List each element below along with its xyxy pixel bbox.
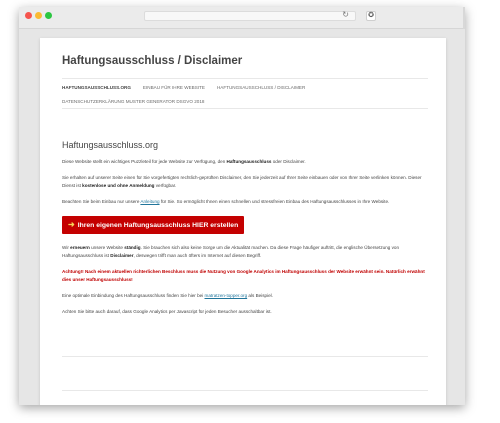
close-window-button[interactable] xyxy=(25,12,32,19)
site-title[interactable]: Haftungsausschluss / Disclaimer xyxy=(62,55,242,67)
address-bar[interactable]: ↻ xyxy=(144,10,356,21)
analytics-warning: Achtung!! Nach einem aktuellen richterli… xyxy=(62,269,425,282)
new-tab-icon[interactable]: + xyxy=(463,7,465,29)
update-paragraph: Wir erneuern unsere Website ständig. Sie… xyxy=(62,245,399,258)
create-disclaimer-button[interactable]: ➜ Ihren eigenen Haftungsausschluss HIER … xyxy=(62,216,245,234)
main-content: Haftungsausschluss.org Diese Website ste… xyxy=(62,140,428,324)
nav-item-home[interactable]: HAFTUNGSAUSSCHLUSS.ORG xyxy=(62,85,131,90)
nav-item-disclaimer[interactable]: HAFTUNGSAUSSCHLUSS / DISCLAIMER xyxy=(217,85,305,90)
create-disclaimer-label: Ihren eigenen Haftungsausschluss HIER er… xyxy=(77,221,239,229)
footer-divider xyxy=(62,390,428,391)
reload-icon[interactable]: ↻ xyxy=(342,10,349,19)
example-link[interactable]: matratzen-topper.org xyxy=(205,293,248,298)
service-paragraph: Sie erhalten auf unserer Seite einen für… xyxy=(62,175,422,188)
maximize-window-button[interactable] xyxy=(45,12,52,19)
nav-item-datenschutz[interactable]: DATENSCHUTZERKLÄRUNG MUSTER GENERATOR DS… xyxy=(62,99,204,104)
main-navigation: HAFTUNGSAUSSCHLUSS.ORG EINBAU FÜR IHRE W… xyxy=(62,78,428,109)
content-divider xyxy=(62,356,428,357)
anleitung-link[interactable]: Anleitung xyxy=(140,199,159,204)
browser-toolbar: ↻ ✪ + xyxy=(19,7,465,29)
arrow-right-icon: ➜ xyxy=(68,220,75,229)
browser-window: ↻ ✪ + Haftungsausschluss / Disclaimer HA… xyxy=(19,7,465,405)
guide-paragraph: Beachten Sie beim Einbau nur unsere Anle… xyxy=(62,199,390,204)
example-paragraph: Eine optimale Einbindung des Haftungsaus… xyxy=(62,293,273,298)
download-icon[interactable]: ✪ xyxy=(366,11,376,21)
minimize-window-button[interactable] xyxy=(35,12,42,19)
site-page: Haftungsausschluss / Disclaimer HAFTUNGS… xyxy=(40,38,446,405)
entry-title: Haftungsausschluss.org xyxy=(62,140,159,150)
intro-paragraph: Diese Website stellt ein wichtiges Puzzl… xyxy=(62,159,306,164)
page-viewport: Haftungsausschluss / Disclaimer HAFTUNGS… xyxy=(19,29,465,405)
analytics-note: Achten Sie bitte auch darauf, dass Googl… xyxy=(62,309,272,314)
nav-item-einbau[interactable]: EINBAU FÜR IHRE WEBSITE xyxy=(143,85,205,90)
